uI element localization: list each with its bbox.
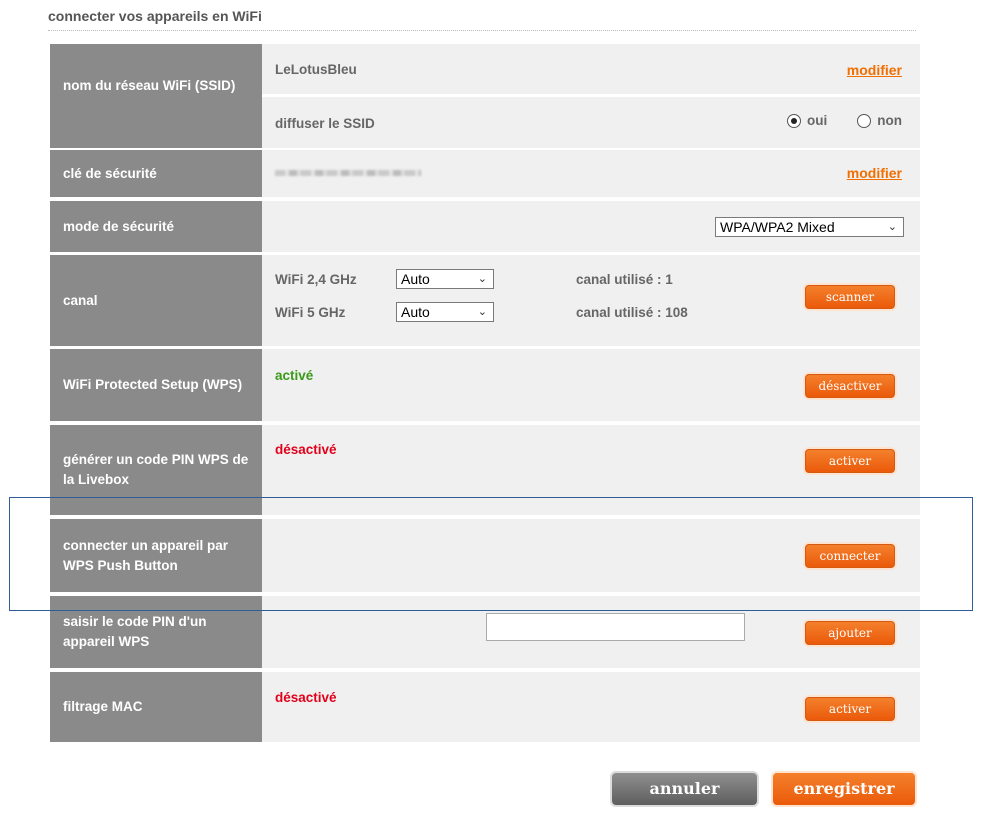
radio-selected-dot [791,117,797,124]
wps-pin-status: désactivé [275,442,337,457]
ssid-row: nom du réseau WiFi (SSID) LeLotusBleu mo… [50,44,920,148]
chevron-down-icon: ⌄ [477,306,487,318]
wps-label: WiFi Protected Setup (WPS) [50,349,262,421]
security-key-content: modifier [262,150,920,197]
cancel-button[interactable]: annuler [612,773,757,805]
chevron-down-icon: ⌄ [887,221,897,233]
modify-key-link[interactable]: modifier [847,165,902,181]
modify-ssid-link[interactable]: modifier [847,62,902,78]
ssid-value-cell: LeLotusBleu modifier [262,44,920,94]
wps-push-row: connecter un appareil par WPS Push Butto… [50,519,920,592]
save-button[interactable]: enregistrer [773,773,915,805]
wps-status: activé [275,368,314,383]
radio-oui-label: oui [807,113,828,128]
title-divider [48,30,916,31]
device-pin-content: ajouter [262,596,920,668]
security-mode-row: mode de sécurité WPA/WPA2 Mixed ⌄ [50,201,920,252]
device-pin-label: saisir le code PIN d'un appareil WPS [50,596,262,668]
wps-pin-label: générer un code PIN WPS de la Livebox [50,425,262,515]
channel-content: WiFi 2,4 GHz Auto ⌄ canal utilisé : 1 Wi… [262,255,920,346]
security-mode-select[interactable]: WPA/WPA2 Mixed ⌄ [715,217,904,237]
ssid-label: nom du réseau WiFi (SSID) [50,44,262,148]
security-mode-value: WPA/WPA2 Mixed [720,219,835,235]
security-key-label: clé de sécurité [50,150,262,197]
add-device-pin-button[interactable]: ajouter [805,621,895,645]
chevron-down-icon: ⌄ [477,273,487,285]
security-key-row: clé de sécurité modifier [50,150,920,197]
wps-push-label: connecter un appareil par WPS Push Butto… [50,519,262,592]
ssid-broadcast-cell: diffuser le SSID oui non [262,97,920,148]
mac-filter-status: désactivé [275,690,337,705]
ssid-value: LeLotusBleu [275,62,357,77]
wifi5-channel-value: Auto [401,304,430,320]
device-pin-row: saisir le code PIN d'un appareil WPS ajo… [50,596,920,668]
wifi5-label: WiFi 5 GHz [275,305,346,320]
radio-non[interactable] [857,113,872,128]
ssid-broadcast-label: diffuser le SSID [275,116,375,131]
device-pin-input[interactable] [486,613,745,641]
section-title: connecter vos appareils en WiFi [48,8,262,24]
masked-security-key [275,170,421,176]
disable-wps-button[interactable]: désactiver [805,374,895,398]
connect-wps-button[interactable]: connecter [805,544,895,568]
scan-button[interactable]: scanner [805,285,895,309]
channel-label: canal [50,255,262,346]
activate-mac-filter-button[interactable]: activer [805,697,895,721]
wifi5-used-channel: canal utilisé : 108 [576,305,688,320]
radio-oui[interactable] [787,113,801,128]
ssid-broadcast-radios: oui non [787,113,902,128]
wifi24-label: WiFi 2,4 GHz [275,272,357,287]
wps-pin-content: désactivé activer [262,425,920,515]
wifi-settings-page: connecter vos appareils en WiFi nom du r… [0,0,985,818]
security-mode-content: WPA/WPA2 Mixed ⌄ [262,201,920,252]
wps-push-content: connecter [262,519,920,592]
mac-filter-content: désactivé activer [262,672,920,742]
security-mode-label: mode de sécurité [50,201,262,252]
wifi24-channel-select[interactable]: Auto ⌄ [396,269,494,289]
activate-wps-pin-button[interactable]: activer [805,449,895,473]
mac-filter-row: filtrage MAC désactivé activer [50,672,920,742]
ssid-content: LeLotusBleu modifier diffuser le SSID ou… [262,44,920,148]
channel-row: canal WiFi 2,4 GHz Auto ⌄ canal utilisé … [50,255,920,346]
wifi5-channel-select[interactable]: Auto ⌄ [396,302,494,322]
mac-filter-label: filtrage MAC [50,672,262,742]
wps-content: activé désactiver [262,349,920,421]
wifi24-used-channel: canal utilisé : 1 [576,272,673,287]
wps-row: WiFi Protected Setup (WPS) activé désact… [50,349,920,421]
wifi24-channel-value: Auto [401,271,430,287]
radio-non-label: non [877,113,902,128]
wps-pin-row: générer un code PIN WPS de la Livebox dé… [50,425,920,515]
